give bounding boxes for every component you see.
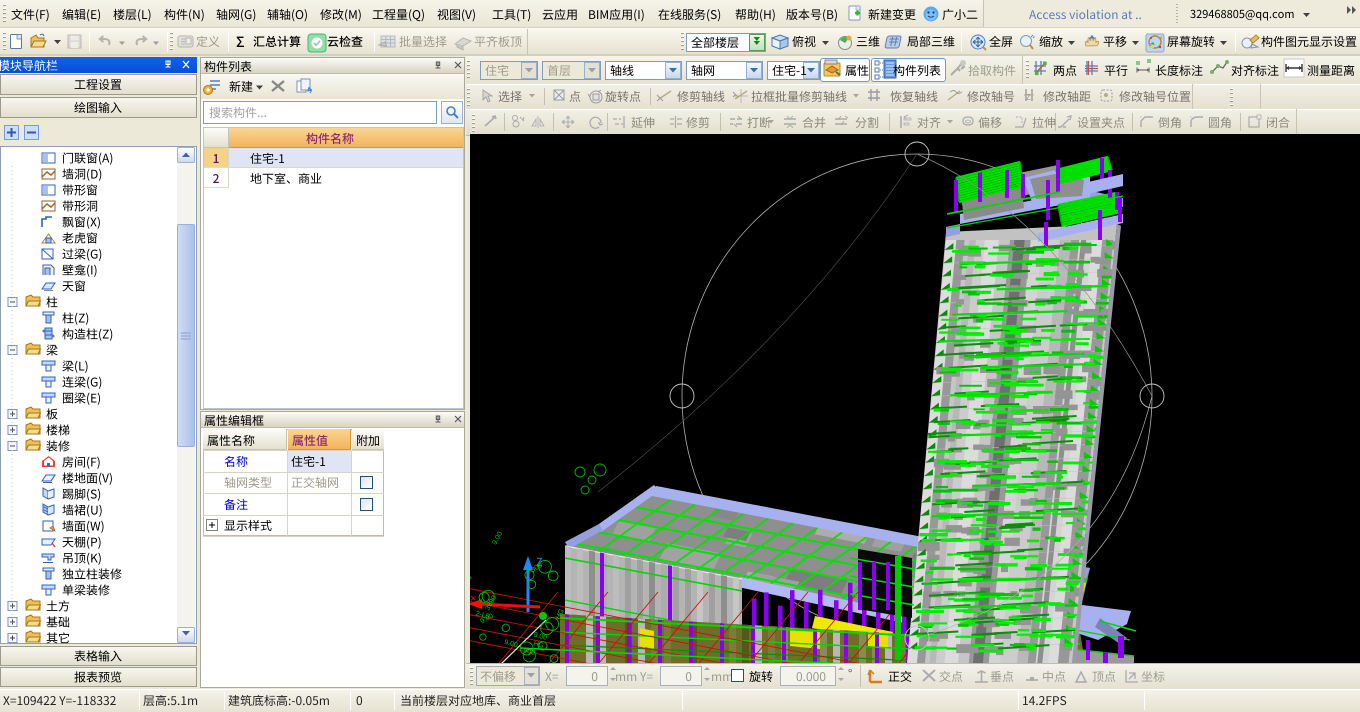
svg-text:HG: HG (470, 574, 473, 585)
svg-text:×: × (470, 593, 476, 605)
svg-text:3600: 3600 (485, 595, 499, 612)
svg-text:9.00: 9.00 (491, 531, 504, 546)
